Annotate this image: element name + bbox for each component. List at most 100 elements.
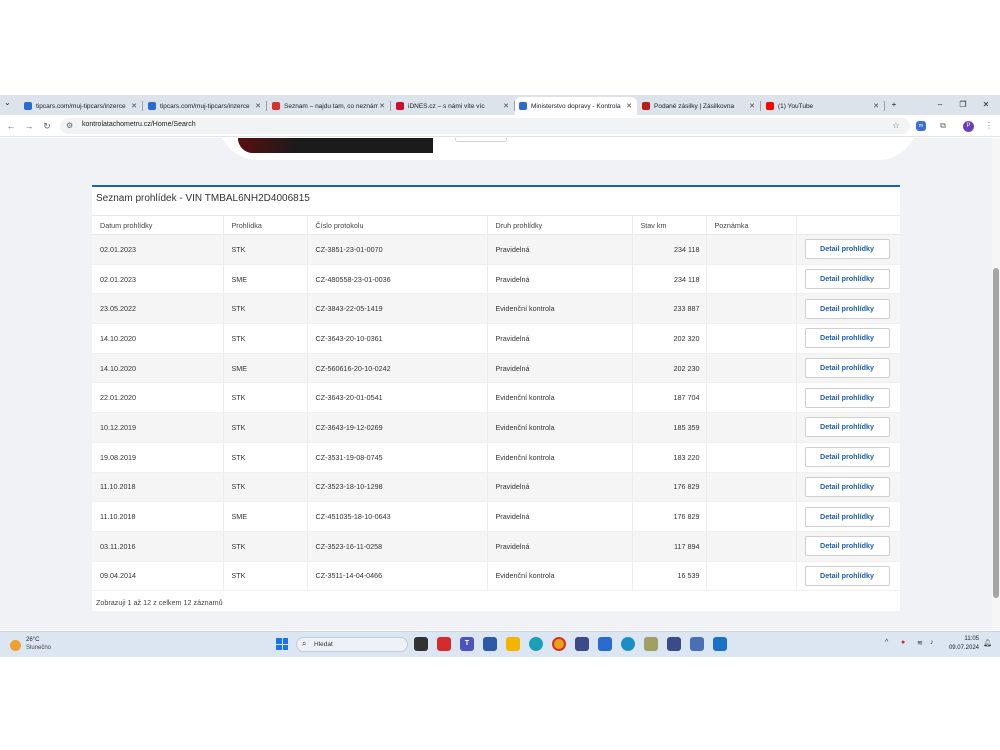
tab-close-icon[interactable]: ✕ [625,102,633,110]
reload-icon[interactable]: ↻ [40,119,54,133]
tab-4[interactable]: iDNES.cz – s námi víte víc ✕ [392,97,515,115]
detail-button[interactable]: Detail prohlídky [804,536,890,557]
store-icon[interactable] [483,637,497,651]
anydesk-icon[interactable] [437,637,451,651]
app-icon[interactable] [667,637,681,651]
column-header-inspection[interactable]: Prohlídka [222,215,307,235]
cell-actions: Detail prohlídky [795,531,900,562]
detail-button[interactable]: Detail prohlídky [804,417,890,438]
tab-close-icon[interactable]: ✕ [502,102,510,110]
cell-date: 03.11.2016 [92,531,223,562]
cell-km: 176 829 [631,472,706,503]
cell-protocol: CZ-560616-20-10-0242 [306,353,487,384]
detail-button[interactable]: Detail prohlídky [804,358,890,379]
tab-close-icon[interactable]: ✕ [748,102,756,110]
new-tab-button[interactable]: + [884,98,904,112]
tab-search-chevron-icon[interactable]: ⌄ [4,98,11,107]
notification-bell-icon[interactable]: 🔔︎ [983,639,992,647]
scrollbar-thumb[interactable] [993,268,999,598]
cell-note [705,234,796,265]
edge-icon[interactable] [529,637,543,651]
table-row: 09.04.2014 STK CZ-3511-14-04-0466 Evidenční… [92,561,900,592]
forward-icon[interactable]: → [22,119,36,133]
tab-close-icon[interactable]: ✕ [872,102,880,110]
teams-icon[interactable]: T [460,637,474,651]
profile-avatar[interactable]: P [963,121,974,132]
table-row: 14.10.2020 SME CZ-560616-20-10-0242 Pravide… [92,353,900,384]
windows-start-icon[interactable] [276,638,288,650]
cell-protocol: CZ-3511-14-04-0466 [306,561,487,592]
detail-button[interactable]: Detail prohlídky [804,476,890,497]
tray-chevron-icon[interactable]: ^ [885,639,888,646]
detail-button[interactable]: Detail prohlídky [804,239,890,260]
screenshot: ⌄ tipcars.com/muj-tipcars/inzerce ✕ tipcar… [0,95,1000,657]
address-bar[interactable]: ⚙ kontrolatachometru.cz/Home/Search [60,118,910,134]
column-header-kind[interactable]: Druh prohlídky [486,215,632,235]
tab-close-icon[interactable]: ✕ [378,102,386,110]
detail-button[interactable]: Detail prohlídky [804,447,890,468]
folder-icon[interactable] [506,637,520,651]
cell-km: 233 887 [631,293,706,325]
cell-inspection: STK [222,293,307,325]
tray-app-icon[interactable]: ● [901,639,905,646]
extension-icon[interactable]: m [916,121,926,131]
system-clock[interactable]: 11:05 09.07.2024 [945,635,979,653]
cell-protocol: CZ-3531-19-08-0745 [306,442,487,473]
ministry-icon [519,102,527,110]
cell-kind: Pravidelná [486,264,632,295]
column-header-protocol[interactable]: Číslo protokolu [306,215,487,235]
volume-icon[interactable]: ♪ [930,639,934,646]
app-icon[interactable] [598,637,612,651]
cell-date: 10.12.2019 [92,412,223,443]
tab-3[interactable]: Seznam – najdu tam, co neznám ✕ [268,97,391,115]
tab-5[interactable]: Ministerstvo dopravy - Kontrola ✕ [515,97,637,115]
site-info-icon[interactable]: ⚙ [66,121,73,130]
hero-button[interactable] [455,138,507,142]
cell-kind: Evidenční kontrola [486,442,632,473]
cell-date: 11.10.2018 [92,472,223,503]
detail-button[interactable]: Detail prohlídky [804,328,890,349]
chrome-icon[interactable] [552,637,566,651]
app-icon[interactable] [690,637,704,651]
taskbar-search[interactable]: ⌕ Hledat [296,637,408,652]
cell-date: 02.01.2023 [92,264,223,295]
app-icon[interactable] [644,637,658,651]
url-text[interactable]: kontrolatachometru.cz/Home/Search [82,121,196,128]
tab-title: (1) YouTube [778,102,814,110]
wifi-icon[interactable]: ≋ [917,639,923,647]
column-header-note[interactable]: Poznámka [705,215,796,235]
page-scrollbar[interactable] [992,138,1000,630]
detail-button[interactable]: Detail prohlídky [804,565,890,586]
detail-button[interactable]: Detail prohlídky [804,506,890,527]
tab-close-icon[interactable]: ✕ [130,102,138,110]
column-header-date[interactable]: Datum prohlídky [92,215,223,235]
app-icon[interactable] [621,637,635,651]
page-viewport: Seznam prohlídek - VIN TMBAL6NH2D4006815… [0,138,1000,630]
seznam-icon [272,102,280,110]
detail-button[interactable]: Detail prohlídky [804,387,890,408]
column-header-km[interactable]: Stav km [631,215,706,235]
cell-km: 187 704 [631,382,706,414]
tab-separator [390,101,391,111]
tab-6[interactable]: Podané zásilky | Zásilkovna ✕ [638,97,761,115]
tab-1[interactable]: tipcars.com/muj-tipcars/inzerce ✕ [20,97,143,115]
menu-kebab-icon[interactable]: ⋮ [982,119,996,133]
tab-7[interactable]: (1) YouTube ✕ [762,97,885,115]
detail-button[interactable]: Detail prohlídky [804,298,890,319]
task-view-icon[interactable] [414,637,428,651]
detail-button[interactable]: Detail prohlídky [804,269,890,290]
cell-actions: Detail prohlídky [795,353,900,384]
tab-2[interactable]: tipcars.com/muj-tipcars/inzerce ✕ [144,97,267,115]
bookmark-star-icon[interactable]: ☆ [889,119,903,133]
cell-kind: Pravidelná [486,501,632,532]
close-window-icon[interactable]: ✕ [976,98,996,112]
minimize-icon[interactable]: – [930,98,950,112]
tab-close-icon[interactable]: ✕ [254,102,262,110]
app-icon[interactable] [575,637,589,651]
back-icon[interactable]: ← [4,119,18,133]
extensions-puzzle-icon[interactable]: ⧉ [936,119,950,133]
app-icon[interactable] [713,637,727,651]
cell-actions: Detail prohlídky [795,412,900,443]
cell-protocol: CZ-3843-22-05-1419 [306,293,487,325]
restore-icon[interactable]: ❐ [953,98,973,112]
